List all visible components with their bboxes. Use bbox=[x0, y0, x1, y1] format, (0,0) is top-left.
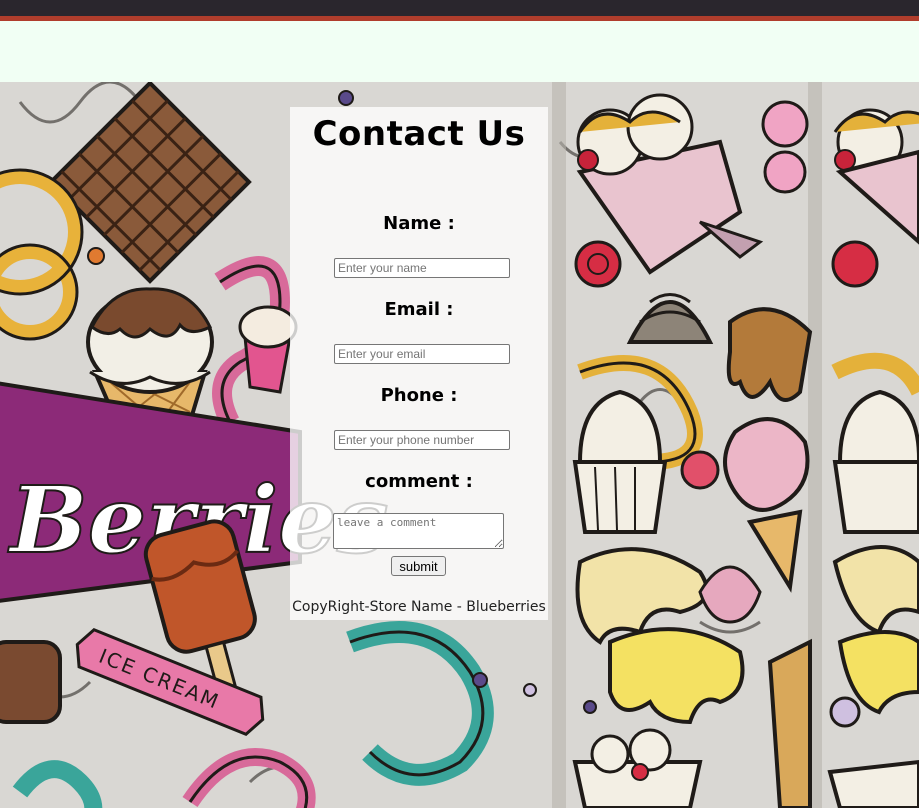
comment-label: comment : bbox=[365, 471, 473, 492]
phone-input[interactable] bbox=[334, 430, 510, 450]
email-input[interactable] bbox=[334, 344, 510, 364]
footer-copyright: CopyRight-Store Name - Blueberries bbox=[292, 599, 546, 615]
name-label: Name : bbox=[383, 213, 455, 234]
email-label: Email : bbox=[384, 299, 454, 320]
top-bar bbox=[0, 0, 919, 21]
header-strip bbox=[0, 21, 919, 82]
submit-button[interactable]: submit bbox=[391, 556, 446, 576]
name-input[interactable] bbox=[334, 258, 510, 278]
page-title: Contact Us bbox=[312, 114, 526, 154]
phone-label: Phone : bbox=[380, 385, 458, 406]
comment-textarea[interactable] bbox=[333, 513, 504, 549]
